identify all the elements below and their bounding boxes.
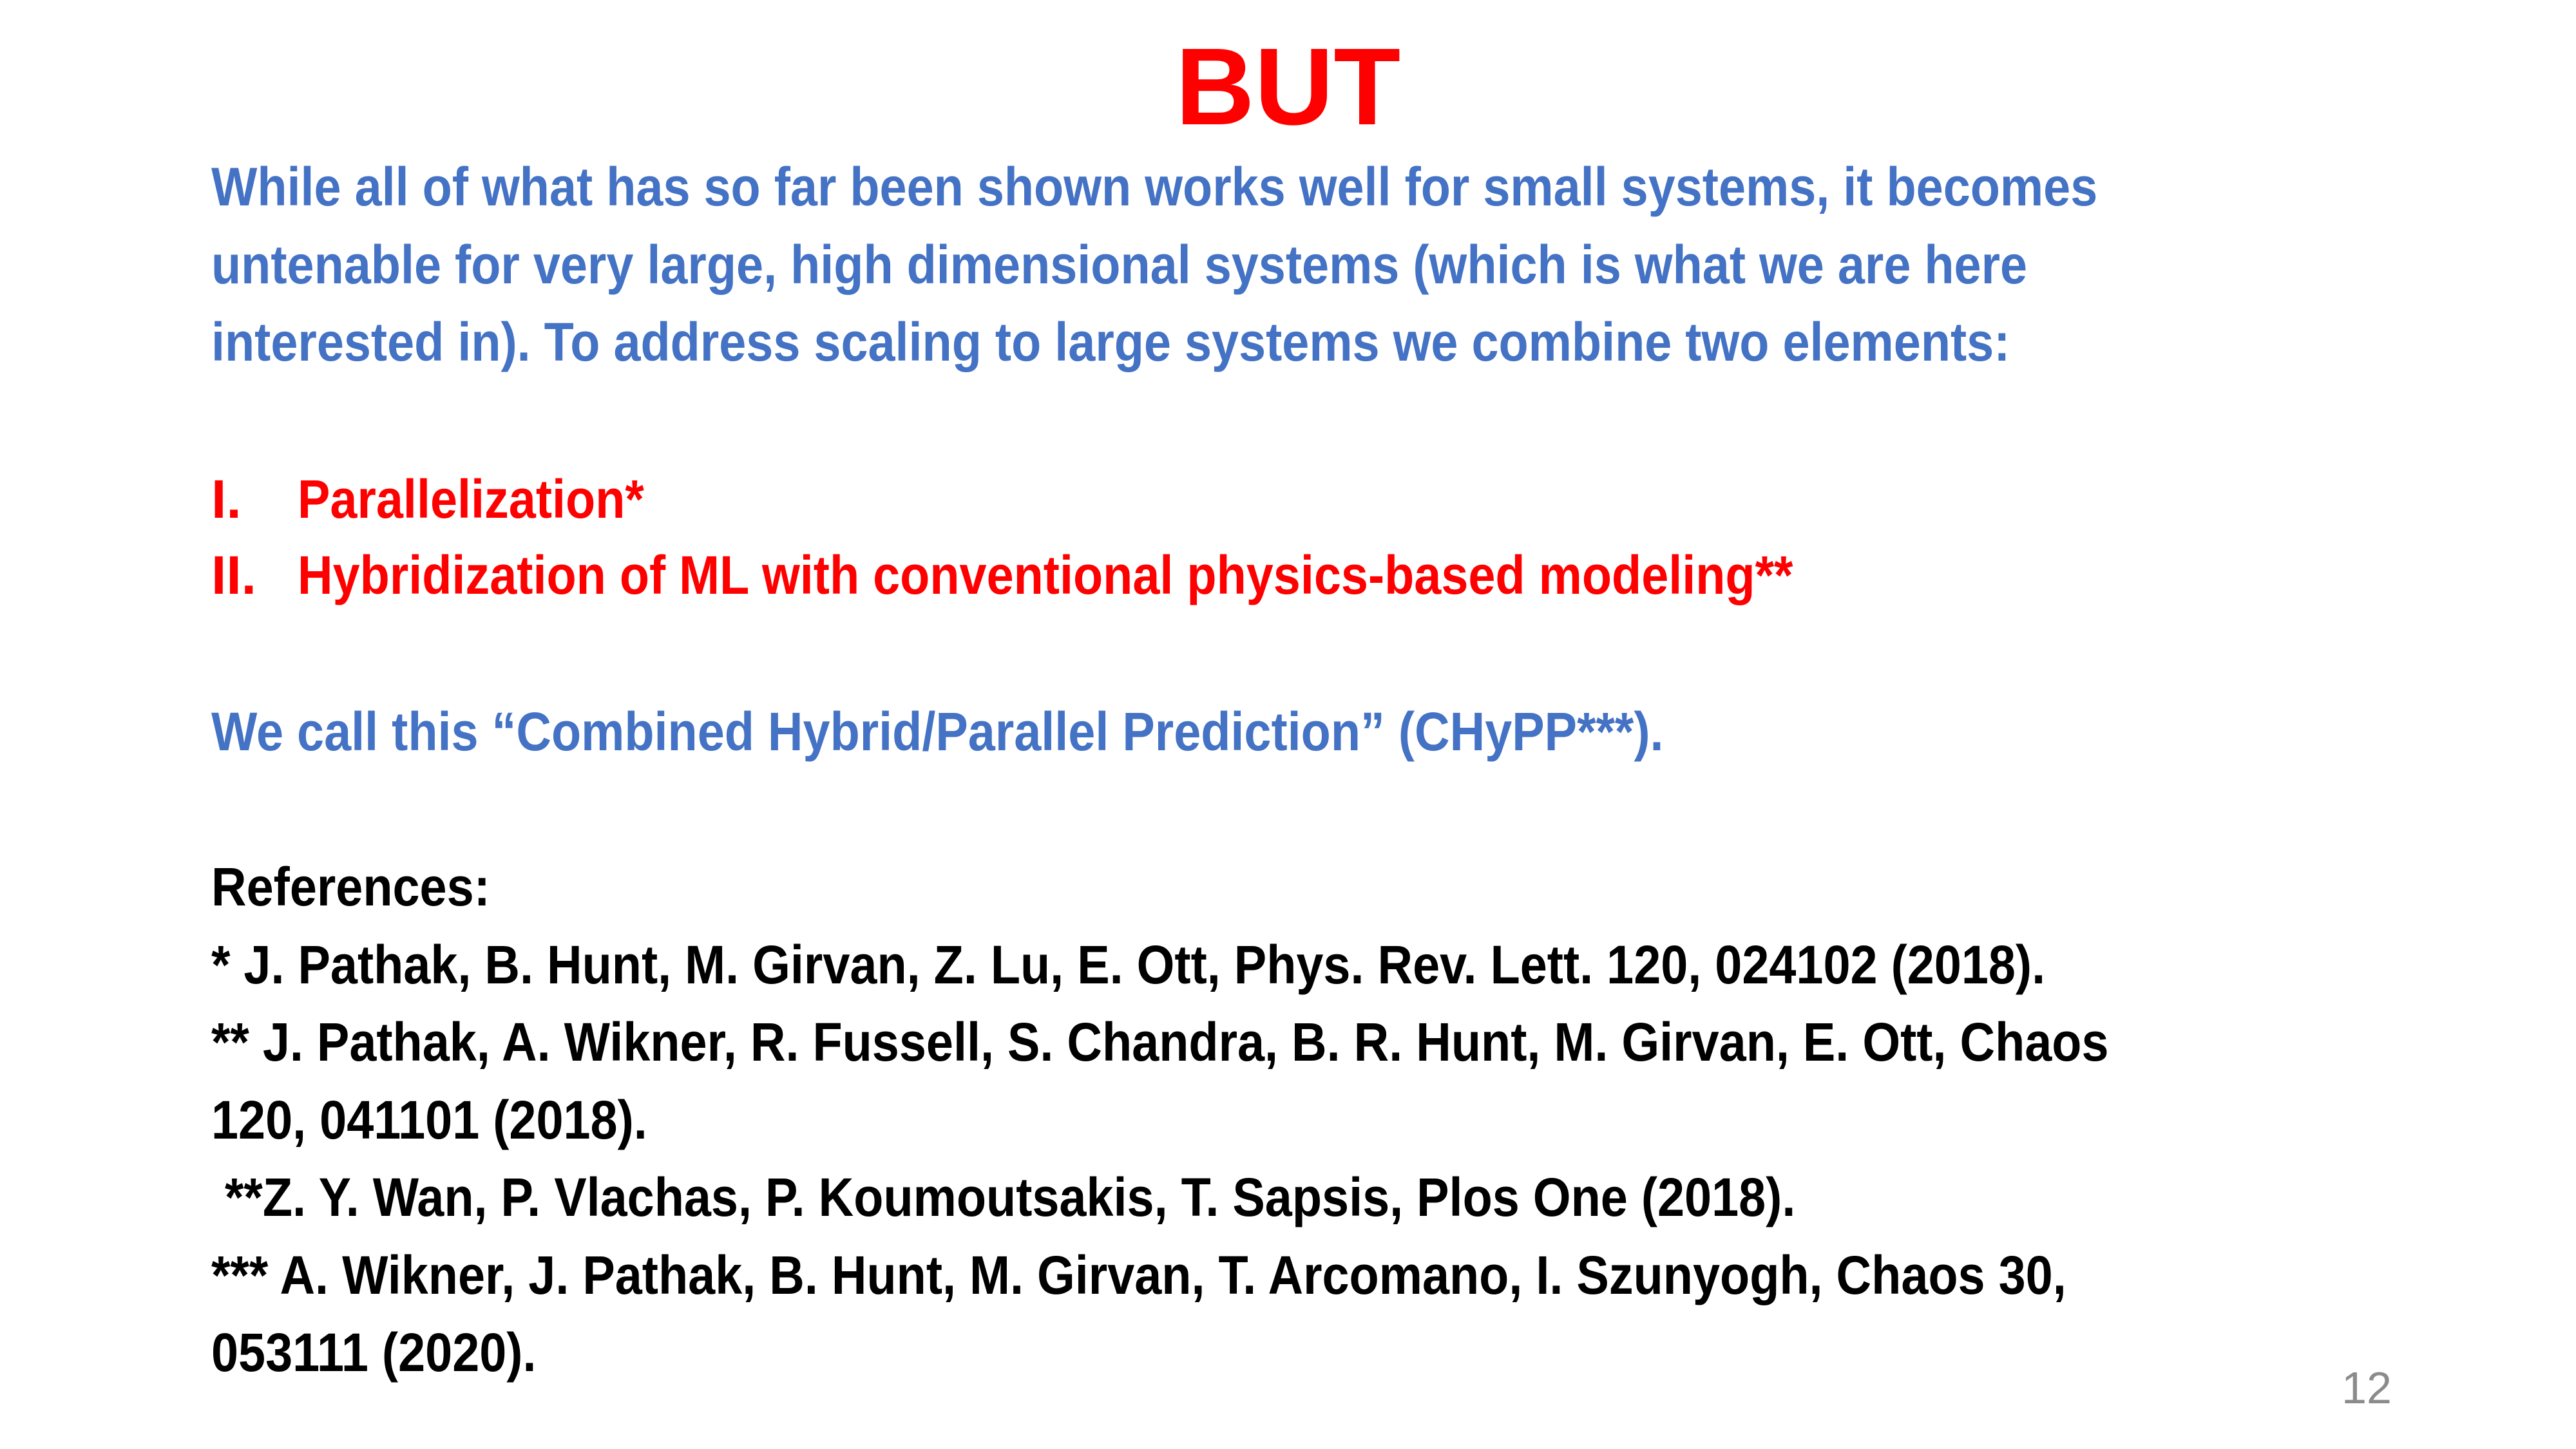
reference-line: **Z. Y. Wan, P. Vlachas, P. Koumoutsakis… xyxy=(211,1167,1796,1227)
intro-line: While all of what has so far been shown … xyxy=(211,156,2098,217)
naming-statement: We call this “Combined Hybrid/Parallel P… xyxy=(211,701,1664,762)
reference-line: 053111 (2020). xyxy=(211,1322,537,1383)
reference-line: ** J. Pathak, A. Wikner, R. Fussell, S. … xyxy=(211,1012,2109,1072)
slide-title: BUT xyxy=(1175,26,1401,148)
reference-line: * J. Pathak, B. Hunt, M. Girvan, Z. Lu, … xyxy=(211,934,2046,995)
reference-line: *** A. Wikner, J. Pathak, B. Hunt, M. Gi… xyxy=(211,1245,2066,1305)
intro-line: interested in). To address scaling to la… xyxy=(211,312,2010,372)
list-item-text: Parallelization* xyxy=(298,469,644,529)
list-marker: II. xyxy=(211,545,257,605)
reference-line: 120, 041101 (2018). xyxy=(211,1090,647,1150)
intro-line: untenable for very large, high dimension… xyxy=(211,234,2028,295)
page-number: 12 xyxy=(2342,1363,2392,1413)
references-heading: References: xyxy=(211,857,490,917)
list-marker: I. xyxy=(211,469,242,529)
list-item-text: Hybridization of ML with conventional ph… xyxy=(298,545,1793,605)
